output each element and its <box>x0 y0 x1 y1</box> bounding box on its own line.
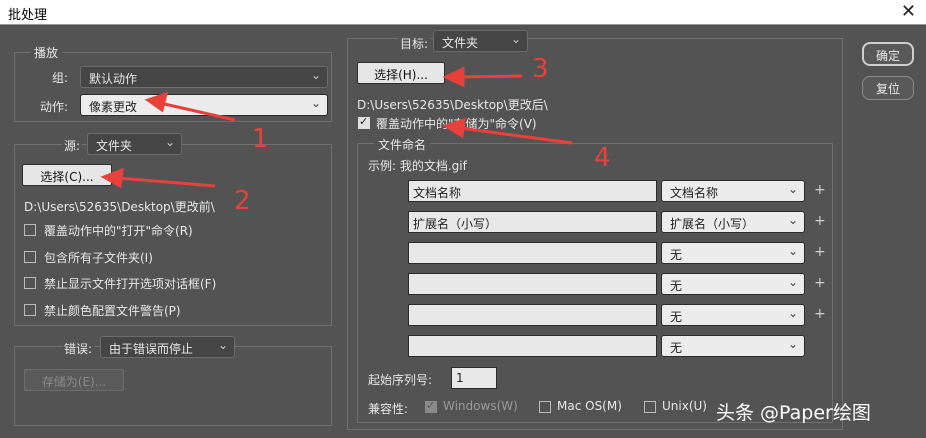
annotation-2: 2 <box>234 186 251 216</box>
arrow-3 <box>459 74 523 79</box>
arrow-1 <box>159 101 236 122</box>
annotation-4: 4 <box>594 143 611 173</box>
arrow-head-3 <box>442 66 465 88</box>
arrow-head-4 <box>442 117 466 139</box>
arrow-2 <box>117 176 216 188</box>
annotation-3: 3 <box>532 54 549 84</box>
watermark: 头条 @Paper绘图 <box>716 402 871 424</box>
annotation-arrows <box>100 66 573 189</box>
arrow-4 <box>459 126 573 145</box>
arrow-head-2 <box>100 167 124 189</box>
annotation-1: 1 <box>252 124 269 154</box>
arrow-head-1 <box>144 91 169 113</box>
